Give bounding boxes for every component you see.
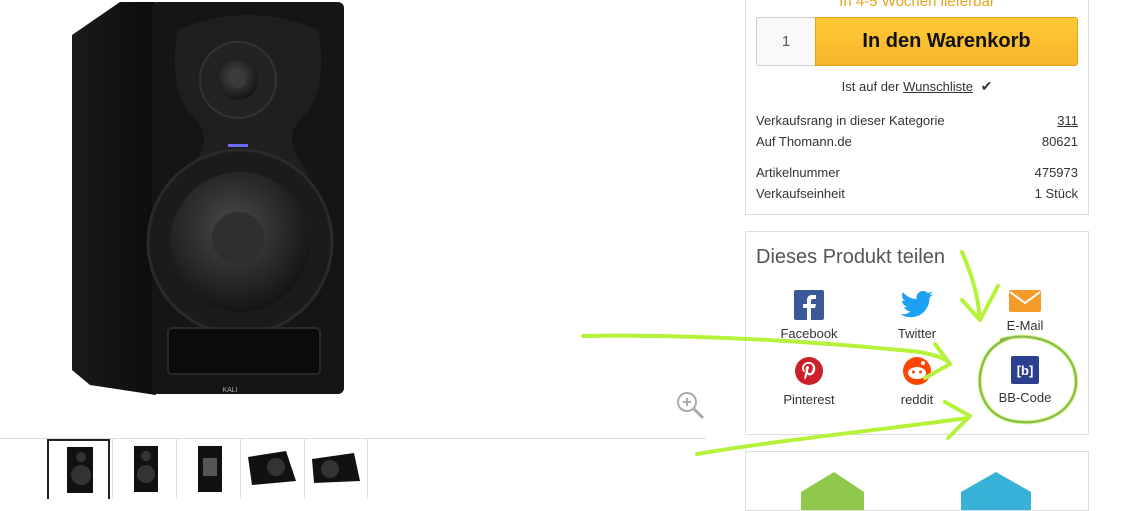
share-pinterest[interactable]: Pinterest <box>754 356 864 407</box>
share-bbcode[interactable]: [b] BB-Code <box>970 356 1080 405</box>
share-twitter[interactable]: Twitter <box>862 290 972 341</box>
sales-rank-link[interactable]: 311 <box>1057 113 1078 128</box>
speaker-side-icon <box>248 451 296 485</box>
thumbnail-divider <box>367 439 368 499</box>
thumbnail-3[interactable] <box>176 439 239 499</box>
share-reddit-label: reddit <box>900 392 934 407</box>
thumbnail-2[interactable] <box>112 439 175 499</box>
wishlist-link[interactable]: Wunschliste <box>903 79 973 94</box>
sales-unit-value: 1 Stück <box>1034 186 1078 201</box>
thomann-rank-row: Auf Thomann.de 80621 <box>756 134 1078 149</box>
thomann-rank-value: 80621 <box>1041 134 1078 149</box>
reddit-icon <box>903 357 931 385</box>
zoom-icon[interactable] <box>675 390 705 420</box>
sales-rank-label: Verkaufsrang in dieser Kategorie <box>756 113 945 128</box>
twitter-icon <box>900 291 933 318</box>
article-number-label: Artikelnummer <box>756 165 840 180</box>
thomann-rank-label: Auf Thomann.de <box>756 134 852 149</box>
share-facebook-label: Facebook <box>780 326 838 341</box>
badge-box <box>745 451 1089 511</box>
bbcode-icon: [b] <box>1011 356 1039 384</box>
speaker-rear-icon <box>198 446 222 492</box>
speaker-thumb-icon <box>66 447 93 493</box>
facebook-icon <box>794 290 824 320</box>
svg-text:[b]: [b] <box>1017 363 1034 378</box>
share-pinterest-label: Pinterest <box>783 392 835 407</box>
pinterest-icon <box>795 357 823 385</box>
share-title: Dieses Produkt teilen <box>756 246 945 268</box>
share-twitter-label: Twitter <box>897 326 937 341</box>
sales-unit-label: Verkaufseinheit <box>756 186 845 201</box>
speaker-side-icon <box>312 453 360 483</box>
buy-box: In 4-5 Wochen lieferbar In den Warenkorb… <box>745 0 1089 215</box>
product-image[interactable]: KALI <box>60 0 360 395</box>
share-email[interactable]: E-Mail <box>970 290 1080 333</box>
add-to-cart-button[interactable]: In den Warenkorb <box>815 17 1078 66</box>
thumbnail-strip <box>0 438 706 499</box>
share-reddit[interactable]: reddit <box>862 356 972 407</box>
thumbnail-5[interactable] <box>304 439 367 499</box>
wishlist-row: Ist auf der Wunschliste ✔ <box>746 78 1088 95</box>
speaker-thumb-icon <box>134 446 158 492</box>
mail-icon <box>1009 290 1041 312</box>
share-bbcode-label: BB-Code <box>998 390 1052 405</box>
quantity-input[interactable] <box>756 17 815 66</box>
thumbnail-1[interactable] <box>47 439 110 499</box>
sales-unit-row: Verkaufseinheit 1 Stück <box>756 186 1078 201</box>
delivery-status: In 4-5 Wochen lieferbar <box>839 0 995 10</box>
wishlist-prefix: Ist auf der <box>841 79 900 94</box>
sales-rank-row: Verkaufsrang in dieser Kategorie 311 <box>756 113 1078 128</box>
share-facebook[interactable]: Facebook <box>754 290 864 341</box>
check-icon: ✔ <box>980 78 993 94</box>
article-number-value: 475973 <box>1034 165 1078 180</box>
share-box: Dieses Produkt teilen Facebook Twitter E… <box>745 231 1089 435</box>
article-number-row: Artikelnummer 475973 <box>756 165 1078 180</box>
badge-icons <box>801 472 1031 510</box>
kali-logo: KALI <box>222 387 237 394</box>
share-email-label: E-Mail <box>1006 318 1044 333</box>
thumbnail-4[interactable] <box>240 439 303 499</box>
